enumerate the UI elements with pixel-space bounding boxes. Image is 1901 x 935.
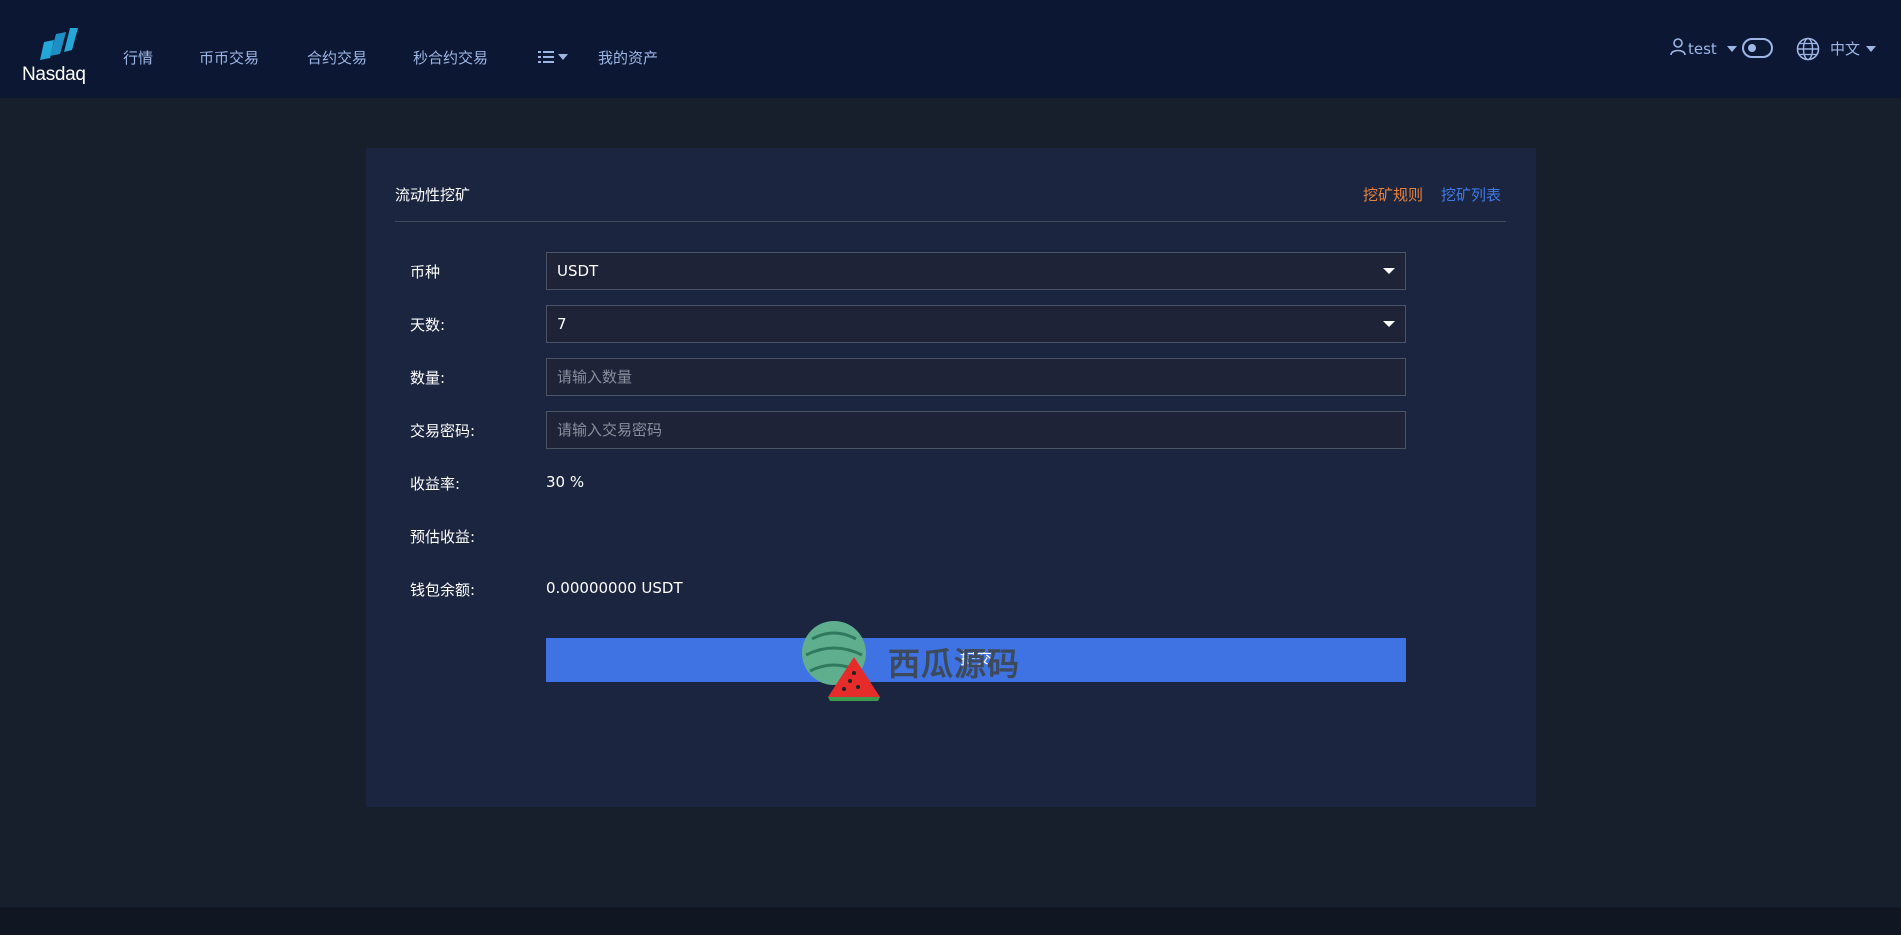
nav-item-spot-trading[interactable]: 币币交易	[199, 47, 259, 68]
top-navbar: Nasdaq 行情 币币交易 合约交易 秒合约交易 我的资产 test 中文	[0, 0, 1901, 98]
mining-rules-link[interactable]: 挖矿规则	[1363, 184, 1423, 205]
list-icon[interactable]	[538, 49, 572, 65]
trade-password-field	[546, 411, 1406, 449]
user-name[interactable]: test	[1688, 40, 1717, 58]
toggle-knob	[1748, 44, 1756, 52]
user-icon	[1670, 38, 1686, 56]
watermark: 西瓜源码	[800, 617, 1040, 703]
wallet-balance-value: 0.00000000 USDT	[546, 579, 683, 597]
nav-item-my-assets[interactable]: 我的资产	[598, 47, 658, 68]
watermelon-icon	[802, 621, 880, 701]
days-label: 天数:	[410, 316, 446, 334]
chevron-down-icon	[1383, 268, 1395, 274]
amount-label: 数量:	[410, 369, 446, 387]
yield-rate-value: 30 %	[546, 473, 585, 491]
nav-item-second-contract[interactable]: 秒合约交易	[413, 47, 488, 68]
watermark-text: 西瓜源码	[888, 645, 1021, 683]
nasdaq-logo[interactable]: Nasdaq	[22, 28, 98, 85]
language-selector[interactable]: 中文	[1830, 38, 1860, 59]
trade-password-input[interactable]	[557, 412, 1405, 448]
mining-card: 流动性挖矿 挖矿规则 挖矿列表 币种 USDT 天数: 7 数量: 交易密码: …	[366, 148, 1536, 807]
amount-input[interactable]	[557, 359, 1405, 395]
days-select-value: 7	[557, 315, 567, 333]
trade-password-label: 交易密码:	[410, 422, 476, 440]
nasdaq-logo-icon	[40, 28, 78, 60]
amount-field	[546, 358, 1406, 396]
card-title: 流动性挖矿	[395, 186, 471, 204]
globe-icon[interactable]	[1796, 37, 1820, 61]
chevron-down-icon	[1866, 46, 1876, 52]
chevron-down-icon	[1383, 321, 1395, 327]
currency-select[interactable]: USDT	[546, 252, 1406, 290]
nav-item-market[interactable]: 行情	[123, 47, 153, 68]
logo-text: Nasdaq	[22, 64, 86, 85]
yield-rate-label: 收益率:	[410, 475, 461, 493]
currency-select-value: USDT	[557, 262, 599, 280]
theme-toggle[interactable]	[1742, 38, 1773, 58]
estimated-income-label: 预估收益:	[410, 528, 476, 546]
card-divider	[395, 221, 1506, 222]
wallet-balance-label: 钱包余额:	[410, 581, 476, 599]
footer-strip	[0, 907, 1901, 935]
currency-label: 币种	[410, 263, 441, 281]
nav-item-contract-trading[interactable]: 合约交易	[307, 47, 367, 68]
days-select[interactable]: 7	[546, 305, 1406, 343]
chevron-down-icon	[1727, 46, 1737, 52]
mining-list-link[interactable]: 挖矿列表	[1441, 184, 1501, 205]
